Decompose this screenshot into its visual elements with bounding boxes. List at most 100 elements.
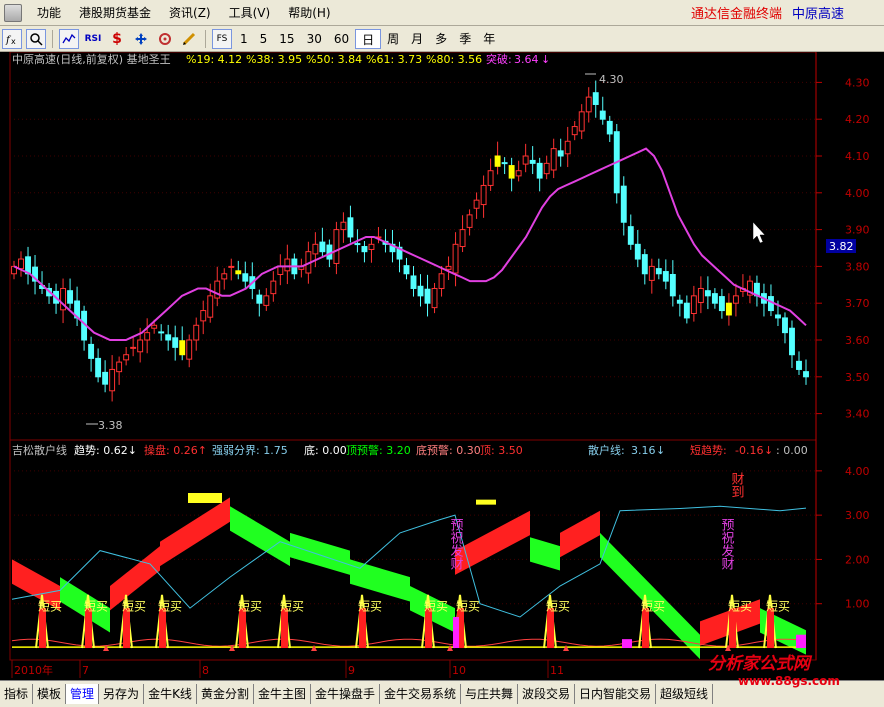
- candle-body: [172, 337, 179, 348]
- x-axis: 2010年 7 8 9 10 11: [10, 659, 816, 678]
- buy-label-9: 短买: [546, 599, 570, 613]
- band-segment-10: [560, 510, 600, 558]
- annotation-3: 财到: [729, 472, 745, 498]
- stat-0: %19: 4.12: [186, 53, 242, 66]
- chart-area[interactable]: 中原高速(日线,前复权) 基地圣王 %19: 4.12 %38: 3.95 %50:…: [0, 52, 884, 680]
- band-segment-8: [455, 510, 530, 575]
- candle-body: [669, 273, 676, 297]
- candle-body: [782, 317, 788, 334]
- tab-dance-with-dealer[interactable]: 与庄共舞: [461, 684, 519, 704]
- tab-jinniu-kline[interactable]: 金牛K线: [144, 684, 197, 704]
- period-60min[interactable]: 60: [328, 29, 355, 49]
- period-30min[interactable]: 30: [301, 29, 328, 49]
- sub-stat-3: 底: 0.00: [304, 443, 347, 457]
- buy-bar-6: [359, 608, 366, 648]
- candle-body: [102, 371, 109, 385]
- sub-panel-title: 吉松散户线: [12, 443, 67, 457]
- move-icon[interactable]: [131, 29, 151, 49]
- candlestick-series: [11, 80, 809, 402]
- chart-line-icon[interactable]: [59, 28, 79, 49]
- band-segment-6: [350, 559, 410, 602]
- period-multi[interactable]: 多: [429, 29, 453, 49]
- buy-label-2: 短买: [122, 599, 146, 613]
- tab-jinniu-trader[interactable]: 金牛操盘手: [311, 684, 380, 704]
- buy-bar-1: [85, 608, 92, 648]
- period-day[interactable]: 日: [355, 28, 382, 49]
- candle-body: [431, 287, 438, 309]
- app-icon[interactable]: [4, 3, 22, 22]
- candle-body: [438, 273, 445, 289]
- sub-stat-1: 操盘: 0.26↑: [144, 443, 207, 457]
- x-label-4: 10: [452, 664, 466, 677]
- tab-indicator[interactable]: 指标: [0, 684, 34, 704]
- candle-body: [697, 287, 704, 303]
- annotation-1: 预祝发财: [448, 518, 464, 570]
- candle-body: [67, 290, 74, 304]
- candle-body: [641, 254, 648, 275]
- candle-body: [725, 302, 732, 316]
- zoom-icon[interactable]: [26, 28, 46, 49]
- candle-body: [158, 331, 165, 334]
- chart-canvas[interactable]: 中原高速(日线,前复权) 基地圣王 %19: 4.12 %38: 3.95 %50:…: [0, 52, 884, 680]
- candle-body: [480, 184, 487, 206]
- period-year[interactable]: 年: [477, 29, 501, 49]
- dollar-icon[interactable]: $: [107, 29, 127, 49]
- buy-label-7: 短买: [424, 599, 448, 613]
- candle-body: [410, 275, 417, 289]
- breakout-value: 3.64: [514, 53, 539, 66]
- sub-tick-label-0: 4.00: [845, 465, 870, 478]
- period-1min[interactable]: 1: [234, 29, 254, 49]
- candle-body: [803, 371, 809, 378]
- candle-body: [796, 360, 802, 370]
- x-label-2: 8: [202, 664, 209, 677]
- pencil-icon[interactable]: [179, 29, 199, 49]
- period-quarter[interactable]: 季: [453, 29, 477, 49]
- candle-body: [557, 150, 564, 157]
- main-panel-title: 中原高速(日线,前复权) 基地圣王: [12, 52, 171, 66]
- candle-body: [165, 334, 172, 341]
- candle-body: [424, 288, 431, 304]
- menu-item-hk-futures[interactable]: 港股期货基金: [70, 2, 160, 24]
- candle-body: [319, 241, 326, 253]
- tab-swing-trade[interactable]: 波段交易: [518, 684, 576, 704]
- period-5min[interactable]: 5: [254, 29, 274, 49]
- tab-save-as[interactable]: 另存为: [99, 684, 145, 704]
- candle-body: [606, 120, 613, 135]
- candle-body: [95, 357, 102, 378]
- candle-body: [130, 346, 137, 349]
- main-stats: %19: 4.12 %38: 3.95 %50: 3.84 %61: 3.73 %80:…: [186, 53, 482, 66]
- magenta-bar: [796, 634, 806, 648]
- tab-template[interactable]: 模板: [33, 684, 67, 704]
- candle-body: [655, 268, 662, 275]
- period-month[interactable]: 月: [405, 29, 429, 49]
- refresh-icon[interactable]: [155, 29, 175, 49]
- menu-item-news[interactable]: 资讯(Z): [160, 2, 220, 24]
- menu-item-function[interactable]: 功能: [28, 2, 70, 24]
- tab-golden-ratio[interactable]: 黄金分割: [197, 684, 254, 704]
- buy-label-8: 短买: [456, 599, 480, 613]
- app-window: 功能 港股期货基金 资讯(Z) 工具(V) 帮助(H) 通达信金融终端 中原高速…: [0, 0, 884, 707]
- candle-body: [263, 295, 270, 306]
- tab-intraday[interactable]: 日内智能交易: [575, 684, 657, 704]
- period-week[interactable]: 周: [381, 29, 405, 49]
- period-15min[interactable]: 15: [273, 29, 300, 49]
- tab-jinniu-main[interactable]: 金牛主图: [254, 684, 311, 704]
- menu-item-tools[interactable]: 工具(V): [220, 2, 280, 24]
- tab-manage[interactable]: 管理: [66, 684, 100, 704]
- tab-super-short[interactable]: 超级短线: [656, 684, 714, 704]
- candle-body: [361, 246, 368, 253]
- candle-body: [116, 361, 123, 373]
- stat-3: %61: 3.73: [366, 53, 422, 66]
- function-icon[interactable]: fx: [2, 28, 22, 49]
- svg-text:x: x: [11, 37, 16, 46]
- rsi-button[interactable]: RSI: [83, 29, 103, 49]
- candle-body: [494, 155, 501, 167]
- short-trend-arrow-icon: ↓: [764, 444, 773, 457]
- menu-item-help[interactable]: 帮助(H): [279, 2, 339, 24]
- fs-button[interactable]: FS: [212, 28, 232, 49]
- candle-body: [256, 294, 263, 304]
- candle-body: [144, 332, 151, 341]
- candle-body: [473, 199, 480, 209]
- tab-jinniu-system[interactable]: 金牛交易系统: [380, 684, 461, 704]
- candle-body: [676, 299, 683, 304]
